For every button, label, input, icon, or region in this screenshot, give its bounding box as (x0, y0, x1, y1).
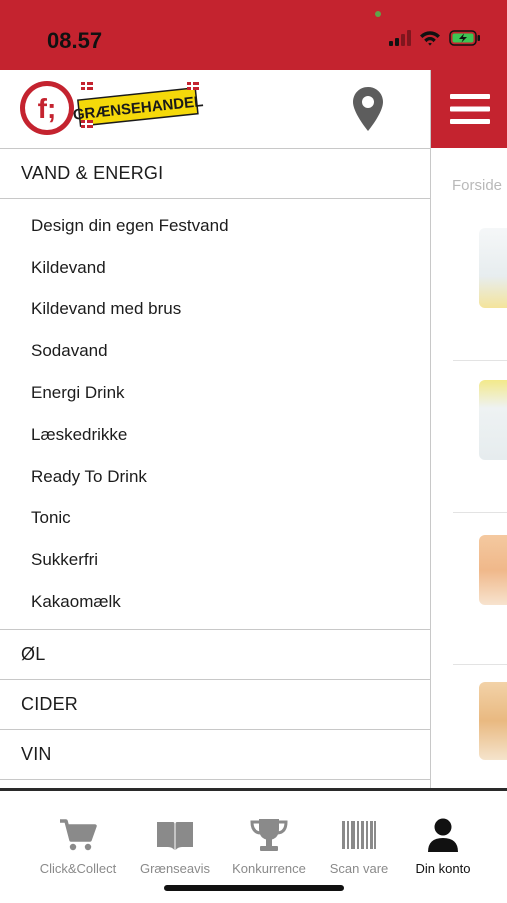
camera-indicator (375, 11, 381, 17)
tab-graenseavis[interactable]: Grænseavis (125, 815, 225, 876)
subcategory-item[interactable]: Energi Drink (0, 372, 430, 414)
home-indicator[interactable] (164, 885, 344, 891)
svg-text:f;: f; (38, 93, 57, 124)
category-cider[interactable]: CIDER (0, 680, 430, 730)
battery-icon (449, 30, 480, 46)
signal-icon (389, 30, 411, 46)
tab-label: Scan vare (329, 861, 389, 876)
subcategory-item[interactable]: Kildevand (0, 247, 430, 289)
product-thumbnail[interactable] (479, 535, 507, 605)
location-pin-icon (353, 87, 383, 131)
hamburger-icon (449, 94, 490, 124)
tab-label: Konkurrence (232, 861, 306, 876)
tab-konkurrence[interactable]: Konkurrence (219, 815, 319, 876)
tab-click-collect[interactable]: Click&Collect (28, 815, 128, 876)
cart-icon (60, 819, 97, 851)
store-locator-button[interactable] (348, 85, 388, 133)
subcategory-item[interactable]: Sodavand (0, 330, 430, 372)
tab-label: Din konto (415, 861, 471, 876)
category-vin[interactable]: VIN (0, 730, 430, 780)
subcategory-item[interactable]: Ready To Drink (0, 456, 430, 498)
navigation-drawer: f; GRÆNSEHANDEL VAND & ENERGI Design din… (0, 70, 431, 790)
subcategory-item[interactable]: Læskedrikke (0, 414, 430, 456)
bottom-tab-bar: Click&Collect Grænseavis Konkurrence Sca… (0, 788, 507, 903)
subcategory-item[interactable]: Kakaomælk (0, 581, 430, 623)
wifi-icon (420, 31, 440, 46)
subcategory-item[interactable]: Tonic (0, 498, 430, 540)
subcategory-item[interactable]: Sukkerfri (0, 539, 430, 581)
status-bar: 08.57 (0, 0, 507, 70)
hamburger-menu-button[interactable] (431, 70, 507, 148)
category-ol[interactable]: ØL (0, 630, 430, 680)
barcode-icon (342, 821, 376, 849)
status-icons (389, 30, 481, 46)
person-icon (428, 818, 458, 852)
main-content-peek: Forside (430, 70, 507, 790)
product-thumbnail[interactable] (479, 380, 507, 460)
tab-label: Click&Collect (39, 861, 117, 876)
breadcrumb[interactable]: Forside (452, 177, 502, 194)
divider (453, 664, 507, 665)
tab-din-konto[interactable]: Din konto (393, 815, 493, 876)
tab-label: Grænseavis (139, 861, 211, 876)
subcategory-item[interactable]: Design din egen Festvand (0, 205, 430, 247)
subcategory-list: Design din egen Festvand Kildevand Kilde… (0, 199, 430, 630)
category-vand-energi[interactable]: VAND & ENERGI (0, 149, 430, 199)
product-thumbnail[interactable] (479, 228, 507, 308)
book-icon (157, 822, 193, 850)
product-thumbnail[interactable] (479, 682, 507, 760)
status-time: 08.57 (47, 28, 103, 53)
drawer-header: f; GRÆNSEHANDEL (0, 70, 430, 149)
divider (453, 512, 507, 513)
trophy-icon (250, 819, 288, 851)
brand-logo[interactable]: f; GRÆNSEHANDEL (17, 78, 207, 138)
subcategory-item[interactable]: Kildevand med brus (0, 289, 430, 331)
divider (453, 360, 507, 361)
